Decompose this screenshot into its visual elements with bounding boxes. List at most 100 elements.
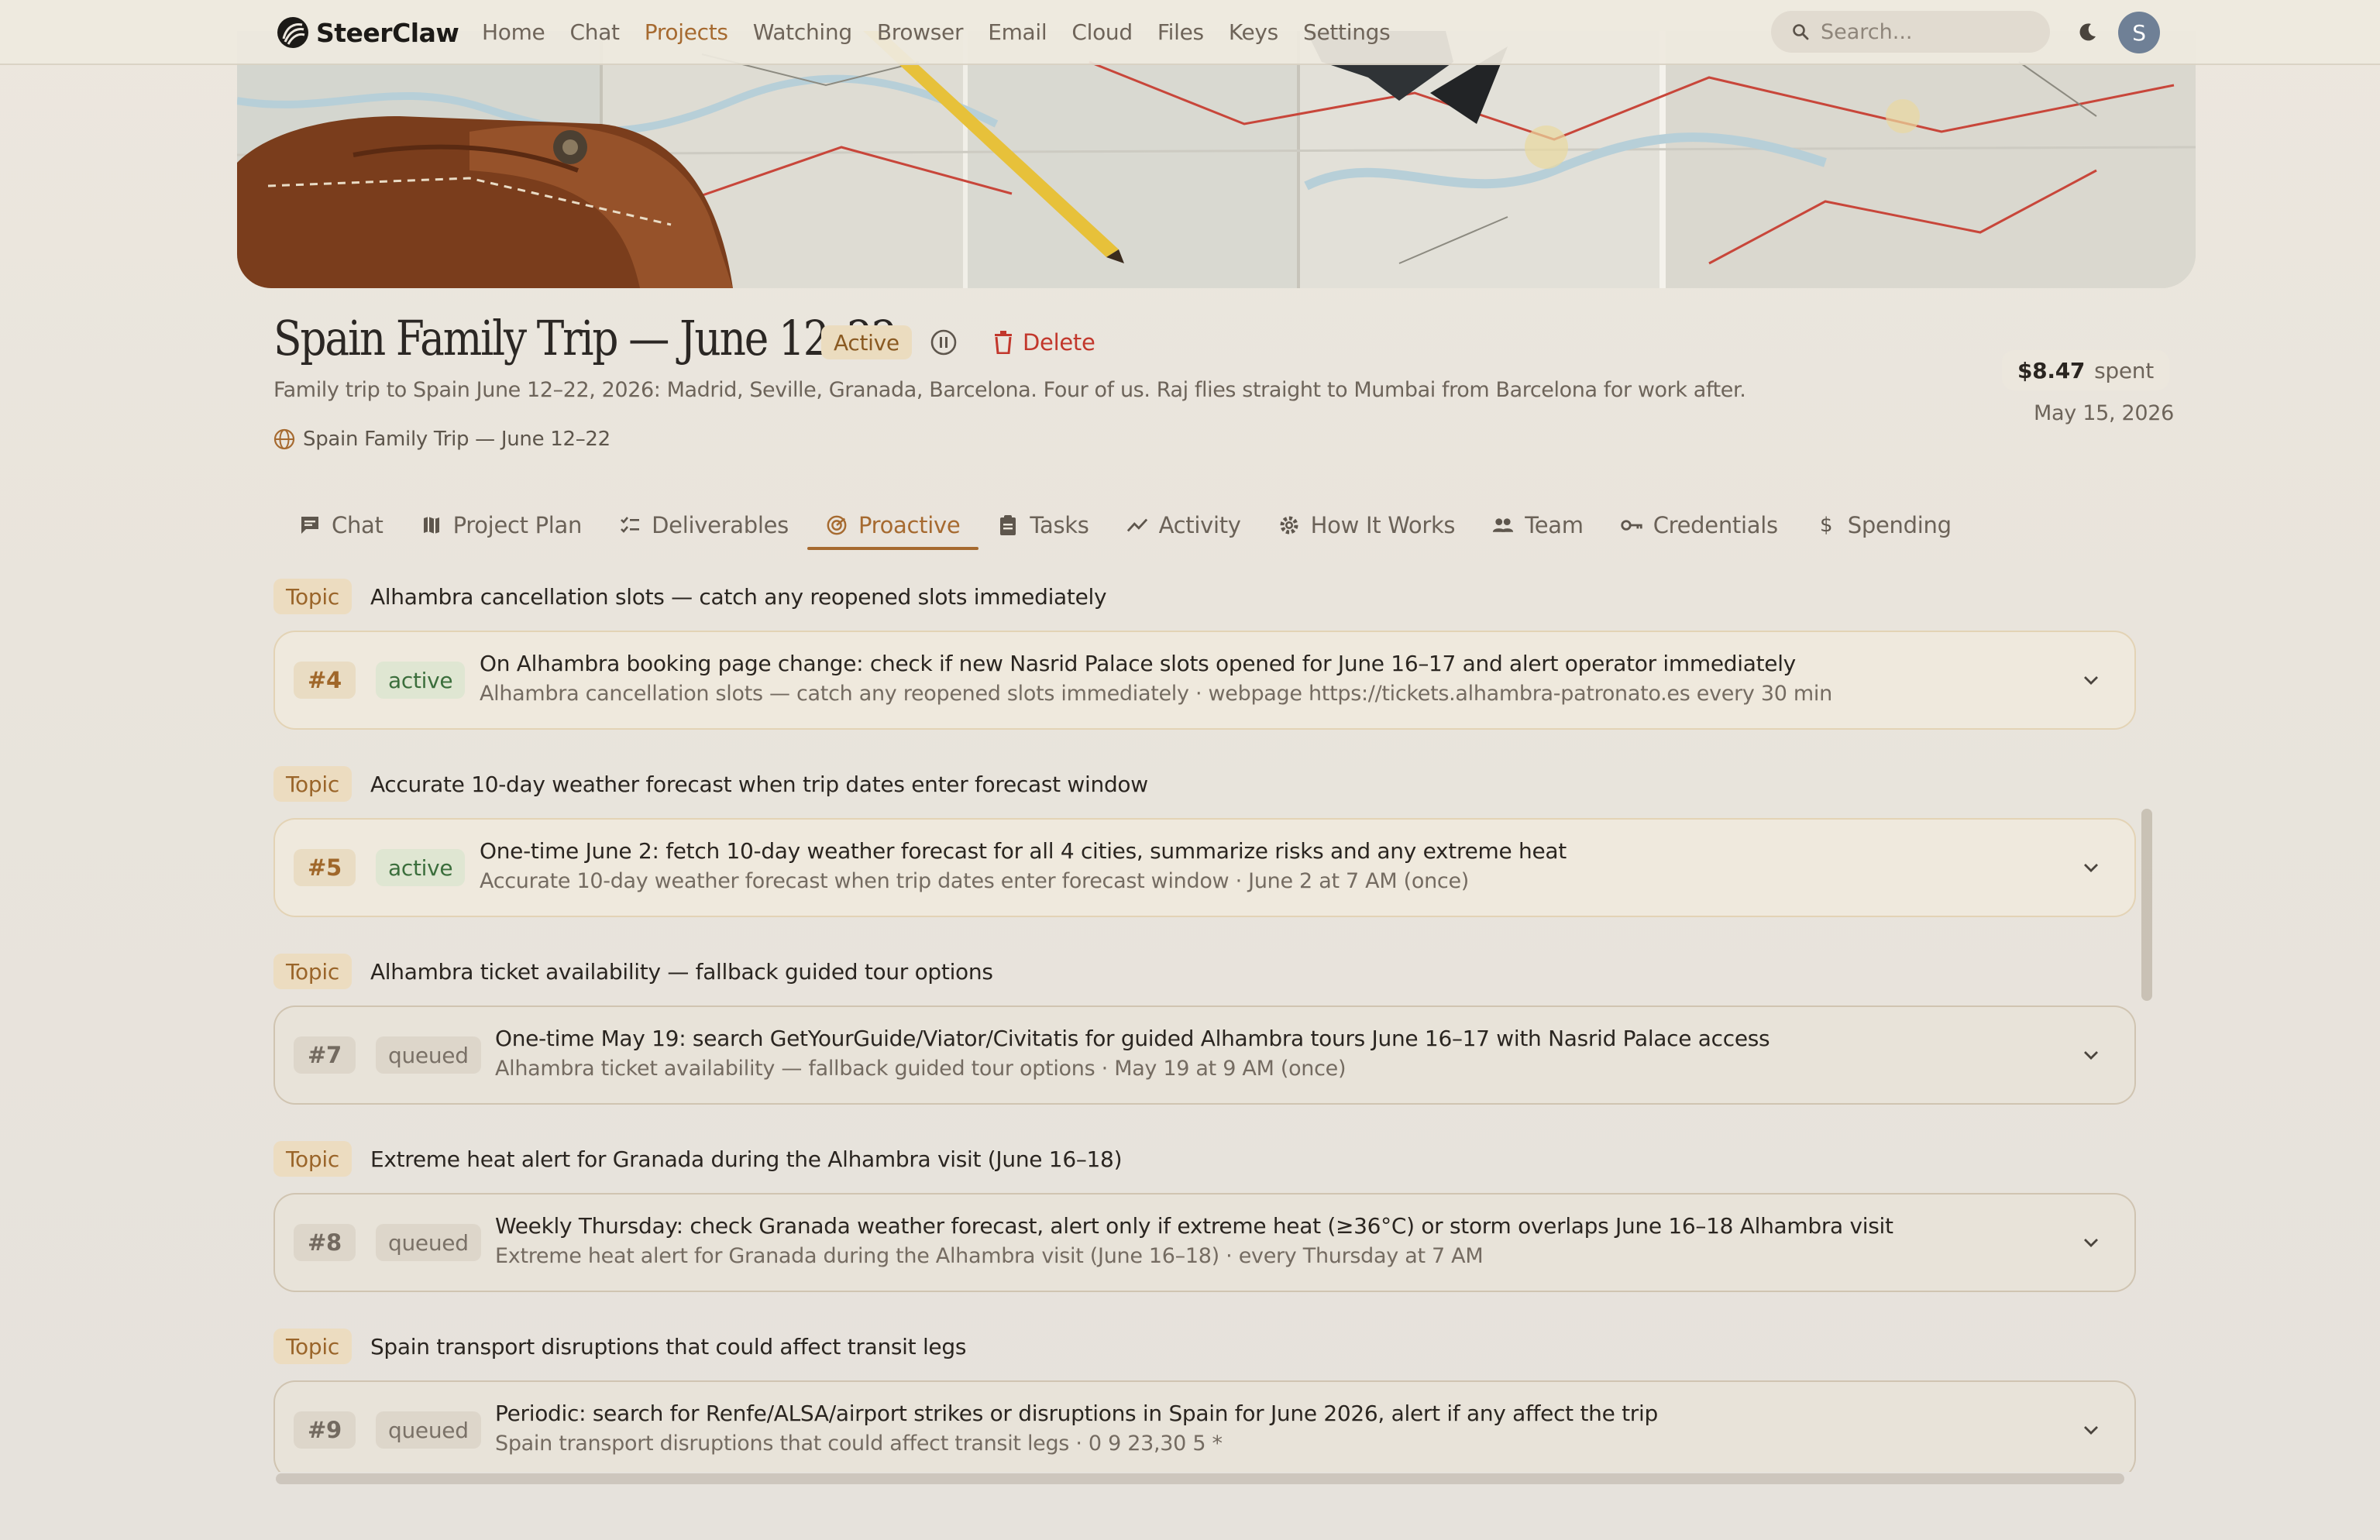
topic-header: Topic Accurate 10-day weather forecast w… <box>273 765 1148 803</box>
watch-card[interactable]: #4 active On Alhambra booking page chang… <box>273 631 2136 730</box>
spent-badge: $8.47 spent <box>2002 350 2169 390</box>
chevron-down-icon[interactable] <box>2080 1044 2102 1066</box>
brand-name: SteerClaw <box>316 17 459 48</box>
tab-label: Credentials <box>1653 512 1778 538</box>
nav-projects[interactable]: Projects <box>645 17 728 48</box>
watch-card[interactable]: #9 queued Periodic: search for Renfe/ALS… <box>273 1380 2136 1472</box>
watch-schedule: Extreme heat alert for Granada during th… <box>495 1244 1484 1268</box>
tab-label: Proactive <box>858 512 961 538</box>
radar-icon <box>826 514 848 536</box>
pause-button[interactable] <box>928 327 959 358</box>
project-banner-image <box>237 31 2196 288</box>
chevron-down-icon[interactable] <box>2080 1232 2102 1253</box>
gear-icon <box>1278 514 1300 536</box>
watch-description: On Alhambra booking page change: check i… <box>480 651 1796 676</box>
clipboard-icon <box>997 514 1019 536</box>
tab-label: Project Plan <box>452 512 583 538</box>
tab-how-it-works[interactable]: How It Works <box>1260 502 1474 548</box>
topic-tag: Topic <box>273 954 352 989</box>
tab-label: How It Works <box>1310 512 1456 538</box>
theme-toggle-button[interactable] <box>2070 15 2104 50</box>
watch-status-badge: active <box>376 662 466 699</box>
pause-circle-icon <box>930 329 957 356</box>
topic-tag: Topic <box>273 579 352 614</box>
watch-id-badge: #8 <box>294 1224 356 1261</box>
search-box[interactable] <box>1771 11 2050 53</box>
nav-email[interactable]: Email <box>988 17 1047 48</box>
nav-settings[interactable]: Settings <box>1303 17 1391 48</box>
svg-text:$: $ <box>1820 514 1832 537</box>
watch-schedule: Alhambra ticket availability — fallback … <box>495 1057 1346 1081</box>
topic-title: Spain transport disruptions that could a… <box>370 1333 967 1360</box>
nav-keys[interactable]: Keys <box>1229 17 1278 48</box>
project-date: May 15, 2026 <box>2034 401 2175 425</box>
nav-chat[interactable]: Chat <box>570 17 621 48</box>
tab-label: Activity <box>1158 512 1241 538</box>
chat-icon <box>299 514 321 536</box>
tab-chat[interactable]: Chat <box>280 502 402 548</box>
brand[interactable]: SteerClaw <box>276 14 459 51</box>
topic-tag: Topic <box>273 1329 352 1364</box>
tab-label: Deliverables <box>652 512 789 538</box>
chevron-down-icon[interactable] <box>2080 857 2102 878</box>
top-navigation: SteerClaw Home Chat Projects Watching Br… <box>0 0 2380 65</box>
nav-home[interactable]: Home <box>482 17 545 48</box>
watch-status-badge: queued <box>376 1224 481 1261</box>
tab-deliverables[interactable]: Deliverables <box>600 502 807 548</box>
watch-status-badge: queued <box>376 1411 481 1449</box>
delete-project-button[interactable]: Delete <box>993 327 1095 358</box>
watch-description: One-time May 19: search GetYourGuide/Via… <box>495 1026 1770 1051</box>
project-tabs: Chat Project Plan Deliverables Proactive… <box>280 502 1970 550</box>
topic-tag: Topic <box>273 766 352 802</box>
watch-card[interactable]: #7 queued One-time May 19: search GetYou… <box>273 1005 2136 1105</box>
vertical-scrollbar[interactable] <box>2141 809 2152 1001</box>
delete-label: Delete <box>1023 329 1095 356</box>
tab-credentials[interactable]: Credentials <box>1602 502 1797 548</box>
tab-team[interactable]: Team <box>1474 502 1601 548</box>
watch-id-badge: #9 <box>294 1411 356 1449</box>
topic-title: Alhambra cancellation slots — catch any … <box>370 583 1107 610</box>
tab-activity[interactable]: Activity <box>1108 502 1260 548</box>
horizontal-scrollbar[interactable] <box>276 1473 2124 1484</box>
tab-tasks[interactable]: Tasks <box>978 502 1107 548</box>
tab-spending[interactable]: $ Spending <box>1797 502 1970 548</box>
search-input[interactable] <box>1821 19 2030 44</box>
tab-project-plan[interactable]: Project Plan <box>402 502 601 548</box>
watch-schedule: Accurate 10-day weather forecast when tr… <box>480 869 1469 893</box>
proactive-topic-list: Topic Alhambra cancellation slots — catc… <box>273 578 2136 1472</box>
search-icon <box>1793 24 1809 40</box>
project-title: Spain Family Trip — June 12–22 <box>273 310 898 366</box>
project-status-badge: Active <box>821 325 912 359</box>
checklist-icon <box>619 514 641 536</box>
nav-watching[interactable]: Watching <box>753 17 852 48</box>
trend-icon <box>1126 514 1148 536</box>
tab-label: Chat <box>332 512 383 538</box>
tab-label: Team <box>1525 512 1584 538</box>
topic-title: Extreme heat alert for Granada during th… <box>370 1146 1123 1172</box>
user-avatar[interactable]: S <box>2118 12 2160 53</box>
nav-cloud[interactable]: Cloud <box>1071 17 1133 48</box>
tab-proactive[interactable]: Proactive <box>807 502 979 550</box>
key-icon <box>1621 514 1642 536</box>
watch-card[interactable]: #8 queued Weekly Thursday: check Granada… <box>273 1193 2136 1292</box>
watch-id-badge: #7 <box>294 1036 356 1074</box>
topic-title: Accurate 10-day weather forecast when tr… <box>370 771 1148 797</box>
topic-header: Topic Alhambra cancellation slots — catc… <box>273 578 1107 615</box>
map-icon <box>421 514 442 536</box>
nav-browser[interactable]: Browser <box>877 17 964 48</box>
watch-card[interactable]: #5 active One-time June 2: fetch 10-day … <box>273 818 2136 917</box>
tab-label: Tasks <box>1030 512 1089 538</box>
topic-header: Topic Alhambra ticket availability — fal… <box>273 953 993 990</box>
main-nav: Home Chat Projects Watching Browser Emai… <box>482 17 1415 48</box>
topic-header: Topic Spain transport disruptions that c… <box>273 1328 966 1365</box>
steerclaw-logo-icon <box>277 17 308 48</box>
project-link[interactable]: Spain Family Trip — June 12–22 <box>273 428 610 451</box>
nav-files[interactable]: Files <box>1157 17 1204 48</box>
topic-header: Topic Extreme heat alert for Granada dur… <box>273 1140 1123 1177</box>
topic-tag: Topic <box>273 1141 352 1177</box>
dollar-icon: $ <box>1815 514 1837 537</box>
chevron-down-icon[interactable] <box>2080 669 2102 691</box>
project-description: Family trip to Spain June 12–22, 2026: M… <box>273 378 1746 402</box>
chevron-down-icon[interactable] <box>2080 1419 2102 1441</box>
globe-icon <box>273 428 295 450</box>
